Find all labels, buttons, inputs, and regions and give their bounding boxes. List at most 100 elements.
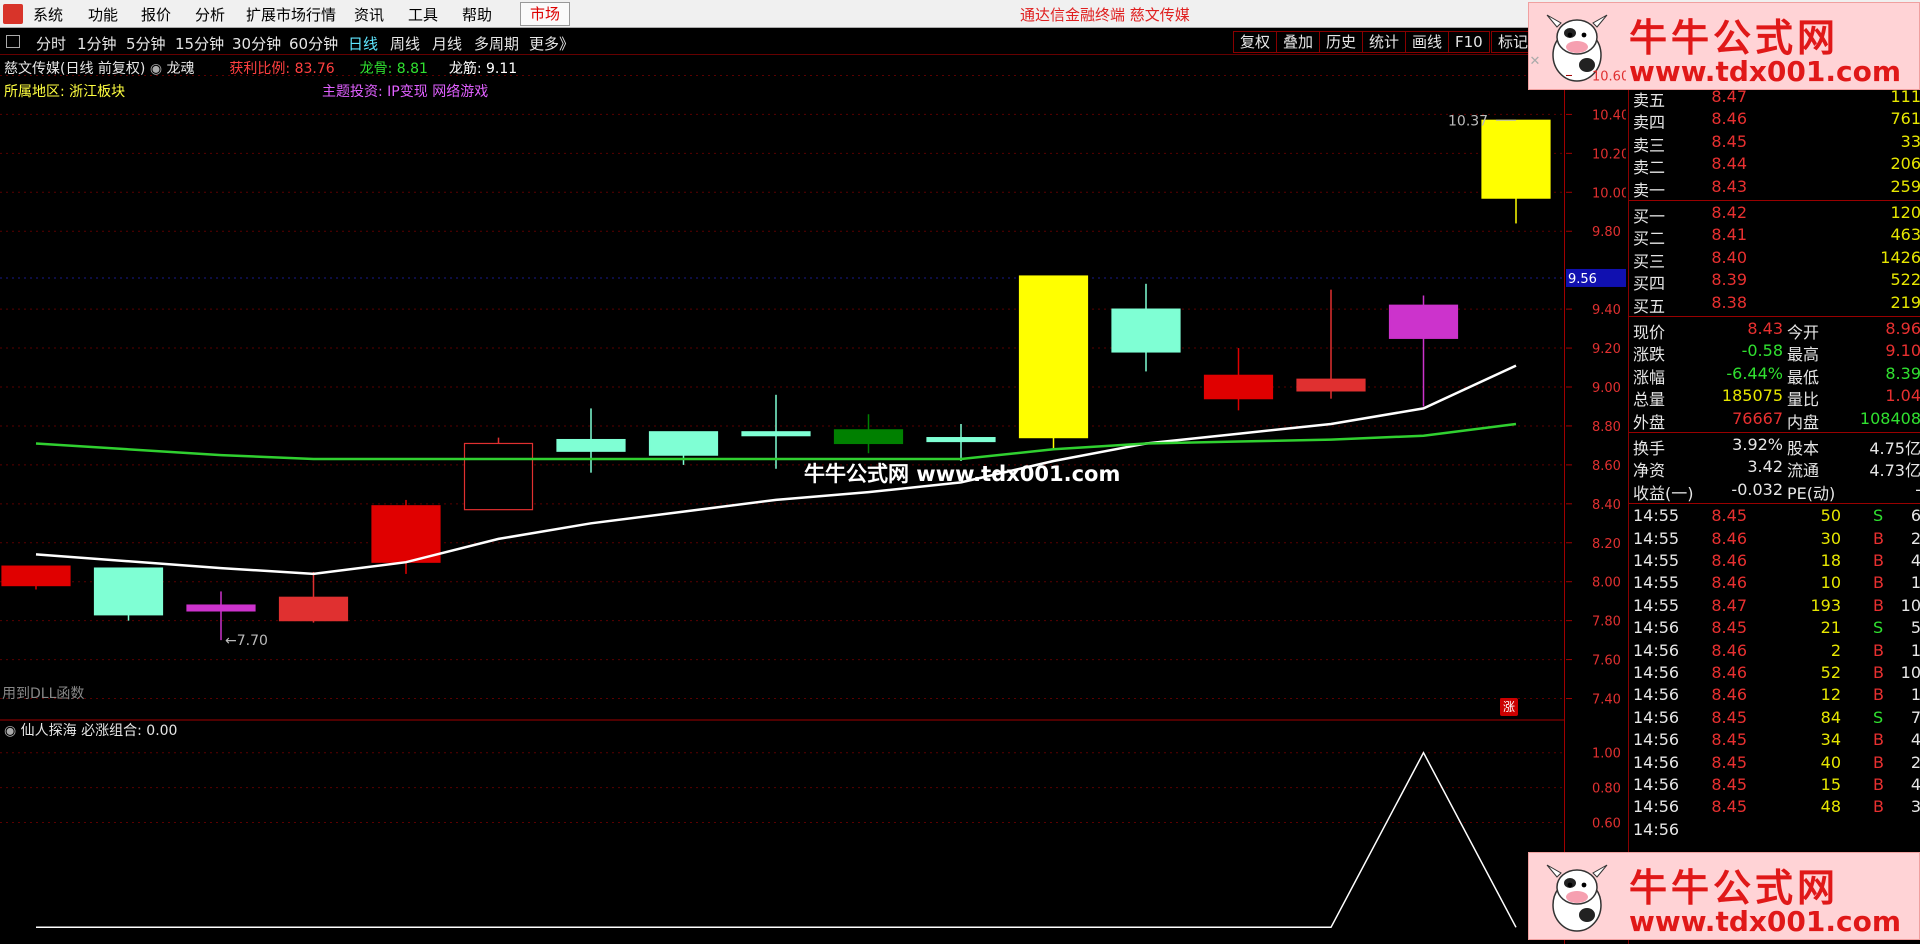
period-30min[interactable]: 30分钟 — [232, 33, 281, 54]
tick-time: 14:56 — [1633, 663, 1680, 682]
ad-title: 牛牛公式网 — [1629, 866, 1840, 910]
tool-draw-line[interactable]: 画线 — [1405, 31, 1450, 53]
tick-row: 14:56 8.45 21 S 5 — [1633, 618, 1920, 640]
tick-price: 8.46 — [1711, 640, 1747, 660]
bid-volume: 522 — [1890, 270, 1920, 290]
menu-item-system[interactable]: 系统 — [33, 4, 63, 25]
candle[interactable] — [1203, 348, 1274, 411]
menu-item-help[interactable]: 帮助 — [462, 4, 492, 25]
candle[interactable] — [278, 571, 349, 623]
menu-item-quote[interactable]: 报价 — [141, 4, 171, 25]
indicator-toggle-icon[interactable]: ◉ — [150, 61, 162, 77]
period-60min[interactable]: 60分钟 — [289, 33, 338, 54]
price-tick-label: 7.60 — [1592, 654, 1621, 669]
tick-price: 8.45 — [1711, 707, 1747, 727]
candle[interactable] — [1296, 289, 1366, 399]
period-1min[interactable]: 1分钟 — [77, 33, 117, 54]
price-tick-label: 8.80 — [1592, 420, 1621, 435]
stat-value: -0.58 — [1741, 341, 1783, 361]
tick-row: 14:56 8.45 34 B 4 — [1633, 730, 1920, 752]
tick-volume: 10 — [1820, 573, 1841, 593]
sub-indicator-toggle-icon[interactable]: ◉ — [4, 723, 16, 739]
period-more[interactable]: 更多》 — [529, 33, 574, 54]
tick-volume: 48 — [1820, 797, 1841, 817]
sub-indicator-chart[interactable] — [0, 720, 1565, 944]
bid-label: 买五 — [1633, 296, 1666, 316]
menu-item-analysis[interactable]: 分析 — [195, 4, 225, 25]
ask-label: 卖二 — [1633, 158, 1666, 178]
candle[interactable] — [93, 567, 164, 621]
period-multi[interactable]: 多周期 — [474, 33, 519, 54]
period-weekly[interactable]: 周线 — [390, 33, 420, 54]
close-icon[interactable]: ✕ — [1528, 55, 1542, 69]
layout-toggle-icon[interactable] — [6, 35, 20, 48]
tool-restore-rights[interactable]: 复权 — [1233, 31, 1278, 53]
candle[interactable] — [741, 394, 811, 469]
ask-row: 卖五 8.47 111 — [1633, 87, 1920, 110]
candle-body — [741, 431, 811, 437]
tick-row: 14:56 8.45 48 B 3 — [1633, 797, 1920, 819]
candle[interactable] — [463, 437, 534, 511]
tick-volume: 34 — [1820, 730, 1841, 750]
price-tick-label: 10.40 — [1592, 108, 1626, 123]
menu-item-function[interactable]: 功能 — [88, 4, 118, 25]
fundamental-value: 4.73亿 — [1869, 461, 1920, 481]
ad-banner-bottom[interactable]: 牛牛公式网 www.tdx001.com — [1528, 852, 1920, 940]
stat-label: 最低 — [1787, 367, 1820, 387]
tick-count: 3 — [1910, 797, 1920, 817]
sub-tick-label: 0.60 — [1592, 817, 1621, 832]
tool-overlay[interactable]: 叠加 — [1276, 31, 1321, 53]
tick-side: B — [1873, 730, 1884, 750]
tick-row: 14:56 8.45 40 B 2 — [1633, 753, 1920, 775]
market-button[interactable]: 市场 — [520, 2, 570, 26]
candle[interactable] — [1481, 119, 1551, 224]
tick-price: 8.45 — [1711, 506, 1747, 526]
tick-count: 10 — [1900, 595, 1920, 615]
fundamental-value: 3.92% — [1732, 435, 1783, 454]
tick-time: 14:55 — [1633, 506, 1680, 526]
tick-time: 14:56 — [1633, 685, 1680, 705]
bid-volume: 463 — [1890, 225, 1920, 245]
fundamental-row: 净资 3.42 流通 4.73亿 — [1633, 457, 1920, 481]
period-daily[interactable]: 日线 — [348, 33, 378, 54]
period-intraday[interactable]: 分时 — [36, 33, 66, 54]
indicator-info-line: 慈文传媒(日线 前复权) ◉ 龙魂 获利比例: 83.76 龙骨: 8.81 龙… — [4, 58, 517, 78]
menu-item-news[interactable]: 资讯 — [354, 4, 384, 25]
fundamental-value: 4.75亿 — [1869, 439, 1920, 458]
tick-price: 8.45 — [1711, 730, 1747, 750]
fundamental-label: 收益(一) — [1633, 483, 1694, 503]
period-5min[interactable]: 5分钟 — [126, 33, 166, 54]
candle[interactable] — [1, 565, 71, 590]
tick-time: 14:56 — [1633, 819, 1680, 839]
tool-f10[interactable]: F10 — [1448, 31, 1490, 53]
tick-volume: 12 — [1820, 685, 1841, 705]
indicator-name[interactable]: 龙魂 — [167, 61, 195, 77]
tick-side: B — [1873, 528, 1884, 548]
ad-title: 牛牛公式网 — [1629, 16, 1840, 60]
fundamental-label: 股本 — [1787, 439, 1820, 458]
cow-logo-icon — [1546, 864, 1608, 932]
candle-body — [278, 596, 349, 622]
period-monthly[interactable]: 月线 — [432, 33, 462, 54]
tick-row: 14:56 8.45 15 B 4 — [1633, 775, 1920, 797]
sub-indicator-label: 仙人探海 必涨组合: 0.00 — [20, 723, 178, 739]
candle[interactable] — [833, 414, 904, 454]
candle-body — [463, 442, 534, 511]
stat-row: 涨幅 -6.44% 最低 8.39 — [1633, 363, 1920, 387]
candlestick-chart[interactable]: 10.37 ←7.70 — [0, 56, 1565, 721]
tick-row: 14:55 8.46 30 B 2 — [1633, 529, 1920, 551]
tool-statistics[interactable]: 统计 — [1362, 31, 1407, 53]
candle[interactable] — [1111, 283, 1181, 372]
price-tick-label: 9.80 — [1592, 225, 1621, 240]
tick-time: 14:55 — [1633, 551, 1680, 570]
stat-value: 8.39 — [1885, 363, 1920, 383]
stat-label: 现价 — [1633, 323, 1666, 342]
tool-history[interactable]: 历史 — [1319, 31, 1364, 53]
candle[interactable] — [556, 408, 626, 473]
app-title: 通达信金融终端 慈文传媒 — [1020, 6, 1190, 24]
menu-item-ext-market[interactable]: 扩展市场行情 — [246, 4, 336, 25]
period-15min[interactable]: 15分钟 — [175, 33, 224, 54]
menu-item-tools[interactable]: 工具 — [408, 4, 438, 25]
candle[interactable] — [1388, 295, 1459, 407]
candle[interactable] — [1018, 275, 1089, 450]
